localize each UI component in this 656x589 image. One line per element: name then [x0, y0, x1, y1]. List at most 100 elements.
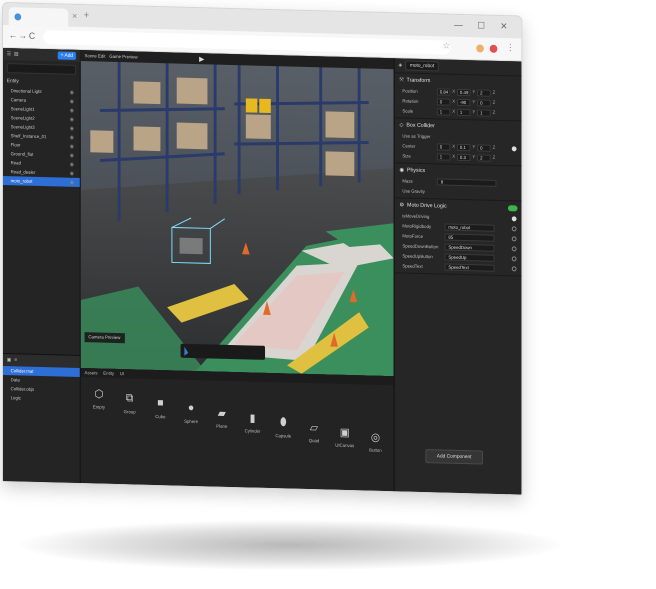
mass-label: Mass — [402, 177, 413, 184]
hierarchy-item[interactable]: moto_robot ◉ — [2, 176, 80, 188]
scale-z-field[interactable]: 1 — [477, 108, 491, 117]
folder-icon: ▣ — [6, 357, 12, 364]
mass-field[interactable]: 8 — [436, 177, 497, 187]
bookmark-icon[interactable]: ☆ — [443, 40, 451, 51]
play-icon[interactable]: ▶ — [199, 55, 204, 63]
logic-field-row: SpeedText SpeedText — [395, 260, 523, 273]
hierarchy-icon: ☰ — [6, 51, 12, 58]
asset-icon-box: ● — [182, 399, 199, 417]
asset-item[interactable]: ■ Cube — [146, 394, 175, 420]
drive-logic-toggle[interactable] — [507, 205, 518, 212]
browser-tab[interactable] — [8, 7, 69, 27]
layers-icon: ▤ — [13, 51, 19, 58]
asset-item[interactable]: ⬮ Capsule — [269, 413, 298, 439]
asset-item[interactable]: ◎ Button — [361, 427, 390, 453]
visibility-icon[interactable]: ◉ — [70, 134, 74, 140]
visibility-icon[interactable]: ◉ — [70, 89, 74, 95]
object-picker-icon[interactable] — [511, 235, 517, 241]
project-item[interactable]: Logic — [3, 393, 80, 404]
visibility-icon[interactable]: ◉ — [70, 152, 74, 158]
reload-icon[interactable]: C — [29, 31, 35, 41]
object-picker-icon[interactable] — [511, 265, 517, 271]
drive-logic-component: ⚙ Moto Drive Logic isMoveDriving MotoRigi… — [394, 198, 523, 277]
visibility-icon[interactable]: ◉ — [70, 170, 74, 176]
asset-label: Cube — [155, 413, 166, 420]
size-z-field[interactable]: 2 — [477, 153, 491, 162]
tab-entity[interactable]: Entity — [103, 371, 114, 376]
position-y-field[interactable]: 0.49 — [457, 88, 471, 96]
box-collider-component: ◇ Box Collider Use as Trigger Center 0X … — [394, 118, 523, 167]
logic-field-value[interactable]: SpeedText — [444, 263, 495, 272]
asset-item[interactable]: ⧉ Group — [115, 389, 144, 415]
profile-icon[interactable] — [489, 44, 498, 53]
asset-item[interactable]: ▣ UICanvas — [330, 423, 359, 449]
visibility-icon[interactable]: ◉ — [70, 98, 74, 104]
entity-name-field[interactable]: moto_robot — [405, 60, 439, 72]
scale-x-field[interactable]: 1 — [436, 107, 451, 116]
asset-item[interactable]: ▱ Quad — [300, 418, 329, 444]
visibility-icon[interactable]: ◉ — [70, 143, 74, 149]
visibility-icon[interactable]: ◉ — [70, 179, 74, 185]
add-entity-button[interactable]: + Add — [57, 51, 76, 60]
logic-field-value[interactable]: SpeedUp — [444, 253, 495, 262]
position-label: Position — [402, 87, 418, 94]
filter-icon: ≡ — [14, 357, 18, 364]
rotation-y-field[interactable]: -90 — [457, 98, 471, 106]
tab-close-icon[interactable]: × — [72, 11, 77, 21]
browser-menu-icon[interactable]: ⋮ — [506, 42, 515, 53]
asset-icon-box: ⧉ — [121, 389, 138, 407]
visibility-icon[interactable]: ◉ — [70, 107, 74, 113]
rotation-z-field[interactable]: 0 — [477, 98, 491, 107]
center-z-field[interactable]: 0 — [477, 143, 491, 152]
object-picker-icon[interactable] — [511, 225, 517, 231]
tab-scene-edit[interactable]: Scene Edit — [85, 53, 106, 59]
asset-icon-box: ■ — [152, 394, 169, 412]
asset-item[interactable]: ▮ Cylinder — [238, 408, 267, 434]
hierarchy-item-label: Road_dealer — [10, 169, 36, 175]
visibility-icon[interactable]: ◉ — [70, 116, 74, 122]
asset-item[interactable]: ▰ Plane — [207, 403, 236, 429]
close-window-icon[interactable]: ✕ — [500, 21, 507, 32]
size-x-field[interactable]: 1 — [436, 152, 451, 161]
logic-field-value[interactable]: SpeedDown — [444, 243, 495, 252]
maximize-icon[interactable]: ☐ — [477, 20, 485, 31]
logic-field-label: SpeedText — [402, 262, 423, 269]
rotation-x-field[interactable]: 0 — [436, 97, 451, 106]
trigger-label: Use as Trigger — [402, 132, 431, 139]
center-toggle[interactable] — [511, 145, 517, 151]
logic-field-value[interactable]: moto_robot — [444, 223, 495, 232]
add-component-button[interactable]: Add Component — [425, 449, 483, 465]
drive-logic-title: Moto Drive Logic — [407, 202, 447, 210]
scale-y-field[interactable]: 1 — [457, 108, 471, 116]
hierarchy-item-label: Shelf_Instance_01 — [10, 133, 47, 140]
logic-checkbox[interactable] — [511, 215, 517, 221]
visibility-icon[interactable]: ◉ — [70, 161, 74, 167]
asset-item[interactable]: ⬡ Empty — [85, 384, 114, 410]
visibility-icon[interactable]: ◉ — [70, 125, 74, 131]
center-y-field[interactable]: 0.1 — [457, 143, 471, 151]
canvas-icon: ▣ — [339, 426, 350, 439]
position-x-field[interactable]: 0.84 — [436, 87, 451, 96]
tab-ui[interactable]: UI — [120, 371, 124, 376]
tab-game-preview[interactable]: Game Preview — [109, 54, 137, 60]
asset-label: Sphere — [184, 418, 199, 425]
asset-icon-box: ▱ — [305, 418, 322, 436]
forward-icon[interactable]: → — [18, 30, 27, 40]
sphere-icon: ● — [187, 401, 195, 415]
center-x-field[interactable]: 0 — [436, 142, 451, 151]
logic-field-value[interactable]: 85 — [444, 233, 495, 242]
tab-assets[interactable]: Assets — [85, 370, 98, 375]
position-z-field[interactable]: 2 — [477, 88, 491, 97]
device-shadow — [20, 520, 560, 570]
scene-viewport[interactable]: Scene Edit Game Preview ▶ Camera Preview — [80, 50, 394, 377]
extension-icon[interactable] — [476, 44, 484, 53]
object-picker-icon[interactable] — [511, 245, 517, 251]
rotation-label: Rotation — [402, 97, 419, 104]
new-tab-icon[interactable]: + — [84, 10, 90, 21]
back-icon[interactable]: ← — [9, 30, 18, 40]
object-picker-icon[interactable] — [511, 255, 517, 261]
minimize-icon[interactable]: — — [454, 20, 463, 30]
size-y-field[interactable]: 0.3 — [457, 153, 471, 161]
asset-item[interactable]: ● Sphere — [177, 399, 206, 425]
hierarchy-search-input[interactable] — [6, 63, 76, 75]
